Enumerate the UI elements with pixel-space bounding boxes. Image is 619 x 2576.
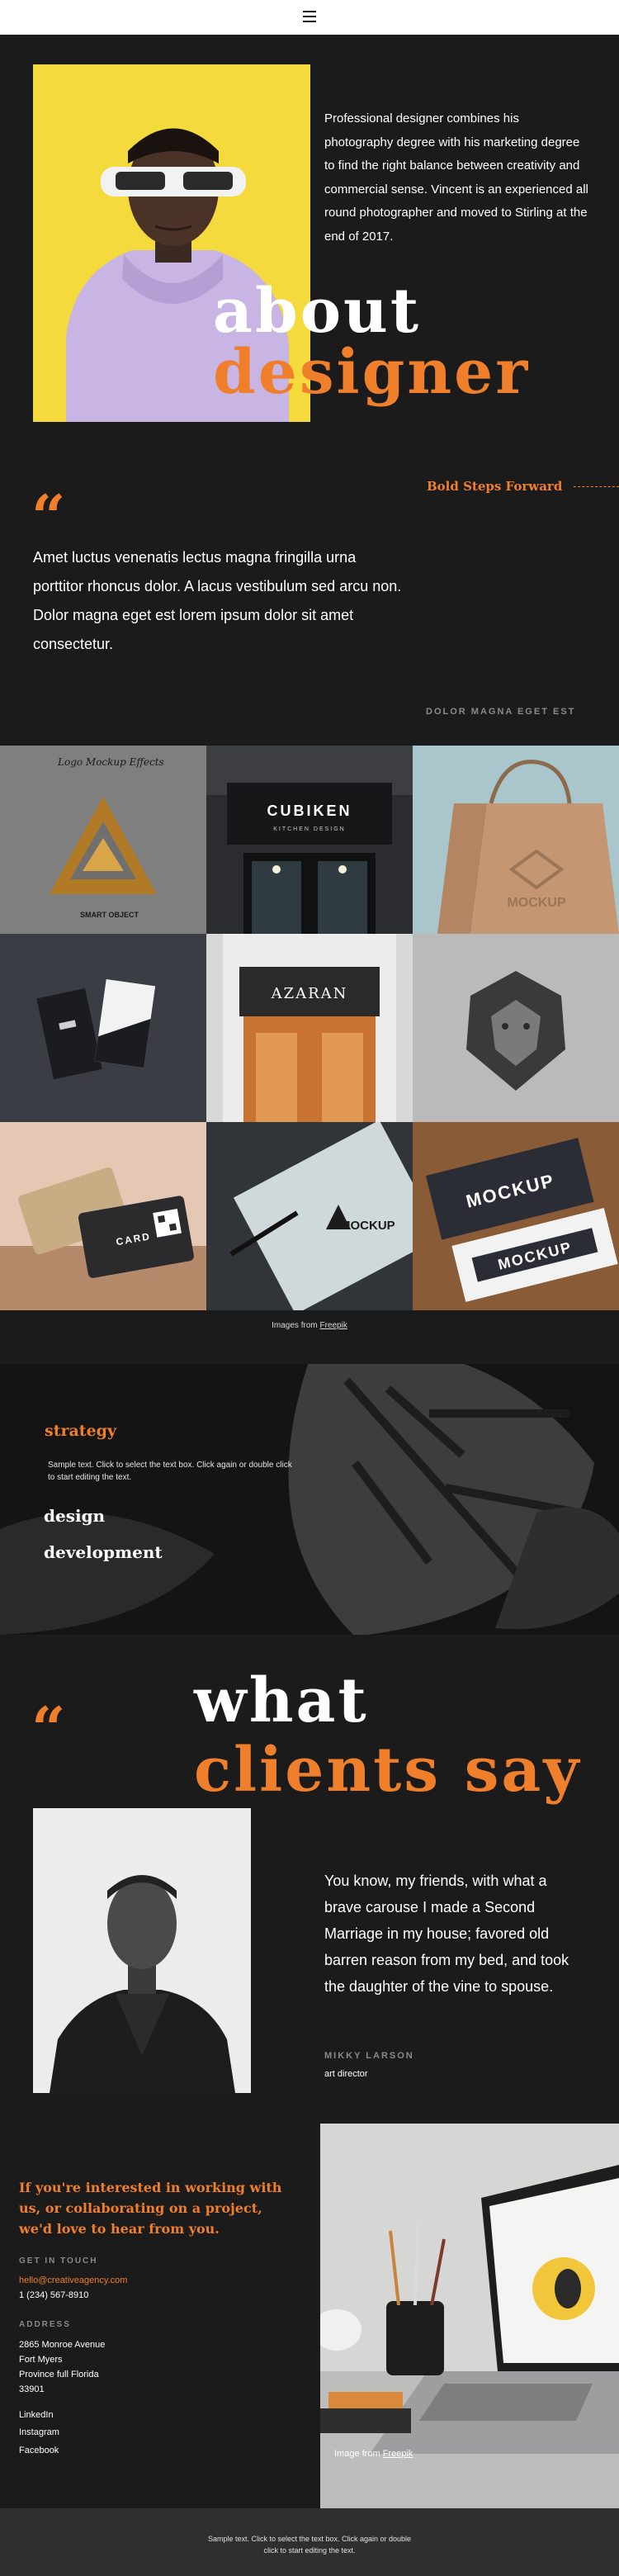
address-line-2: Fort Myers xyxy=(19,2355,63,2365)
address-line-1: 2865 Monroe Avenue xyxy=(19,2340,106,2350)
testimonial-text: You know, my friends, with what a brave … xyxy=(324,1873,569,1995)
testimonial-quote-icon: “ xyxy=(31,1693,66,1764)
hero-title: about designer xyxy=(213,281,530,403)
gallery-tile-2-sub: KITCHEN DESIGN xyxy=(273,826,346,832)
contact-email-link[interactable]: hello@creativeagency.com xyxy=(19,2274,127,2287)
gallery-tile-8-caption: MOCKUP xyxy=(340,1219,395,1233)
client-role: art director xyxy=(324,2069,368,2079)
quote-text: Amet luctus venenatis lectus magna fring… xyxy=(33,549,402,652)
footer: Sample text. Click to select the text bo… xyxy=(0,2508,619,2576)
gallery-tile-cubiken[interactable]: CUBIKEN KITCHEN DESIGN xyxy=(206,746,413,934)
social-link-facebook[interactable]: Facebook xyxy=(19,2444,59,2457)
gallery-tile-paper-bag[interactable]: MOCKUP xyxy=(413,746,619,934)
gallery-tile-3-caption: MOCKUP xyxy=(507,896,565,910)
gallery-tile-lion-logo[interactable] xyxy=(413,934,619,1122)
gallery-tile-paper-mockup[interactable]: MOCKUP xyxy=(206,1122,413,1310)
testimonial-title-line-2: clients say xyxy=(194,1735,582,1806)
mockup-gallery: Logo Mockup Effects SMART OBJECT CUBIKEN… xyxy=(0,746,619,1310)
monstera-leaf-background xyxy=(0,1364,619,1635)
gallery-tile-mockup-cards[interactable]: MOCKUP MOCKUP xyxy=(413,1122,619,1310)
address-line-3: Province full Florida xyxy=(19,2370,99,2379)
strategy-title: strategy xyxy=(45,1422,116,1440)
hero-intro-text: Professional designer combines his photo… xyxy=(324,111,588,244)
strategy-item-design: design xyxy=(44,1506,106,1526)
gallery-tile-5-caption: AZARAN xyxy=(271,985,348,1002)
quote-icon: “ xyxy=(31,481,66,552)
tagline-divider xyxy=(574,486,619,487)
testimonial-title: what clients say xyxy=(194,1666,581,1805)
gallery-tile-business-cards[interactable] xyxy=(0,934,206,1122)
gallery-tile-1-sub: SMART OBJECT xyxy=(80,911,139,919)
contact-heading: If you're interested in working with us,… xyxy=(19,2180,282,2237)
social-link-linkedin[interactable]: LinkedIn xyxy=(19,2408,54,2422)
gallery-tile-logo-mockup[interactable]: Logo Mockup Effects SMART OBJECT xyxy=(0,746,206,934)
gallery-credit: Images from Freepik xyxy=(0,1321,619,1330)
hamburger-icon[interactable] xyxy=(303,11,316,22)
strategy-section: strategy Sample text. Click to select th… xyxy=(0,1364,619,1635)
hero-title-line-1: about xyxy=(213,276,422,347)
gallery-credit-prefix: Images from xyxy=(272,1321,318,1330)
page: Professional designer combines his photo… xyxy=(0,0,619,2576)
hero-title-line-2: designer xyxy=(213,337,531,408)
gallery-tile-2-caption: CUBIKEN xyxy=(267,803,352,819)
address-label: ADDRESS xyxy=(19,2320,71,2329)
testimonial-title-line-1: what xyxy=(194,1665,369,1736)
get-in-touch-label: GET IN TOUCH xyxy=(19,2256,98,2266)
top-bar xyxy=(0,0,619,35)
strategy-sample-text: Sample text. Click to select the text bo… xyxy=(48,1461,292,1482)
social-link-instagram[interactable]: Instagram xyxy=(19,2426,59,2439)
client-name: MIKKY LARSON xyxy=(324,2051,414,2061)
contact-photo-credit: Image from Freepik xyxy=(334,2449,413,2459)
contact-photo-credit-link[interactable]: Freepik xyxy=(383,2449,413,2459)
tagline: Bold Steps Forward xyxy=(427,479,563,494)
client-portrait-image xyxy=(33,1808,251,2093)
address-line-4: 33901 xyxy=(19,2384,45,2394)
contact-photo-credit-prefix: Image from xyxy=(334,2449,380,2459)
gallery-tile-card[interactable]: CARD xyxy=(0,1122,206,1310)
quote-label: DOLOR MAGNA EGET EST xyxy=(426,707,576,717)
strategy-item-development: development xyxy=(44,1542,163,1562)
gallery-tile-1-caption: Logo Mockup Effects xyxy=(57,756,164,768)
contact-phone: 1 (234) 567-8910 xyxy=(19,2290,89,2300)
gallery-credit-link[interactable]: Freepik xyxy=(320,1321,347,1330)
footer-text: Sample text. Click to select the text bo… xyxy=(207,2535,412,2555)
gallery-tile-azaran[interactable]: AZARAN xyxy=(206,934,413,1122)
